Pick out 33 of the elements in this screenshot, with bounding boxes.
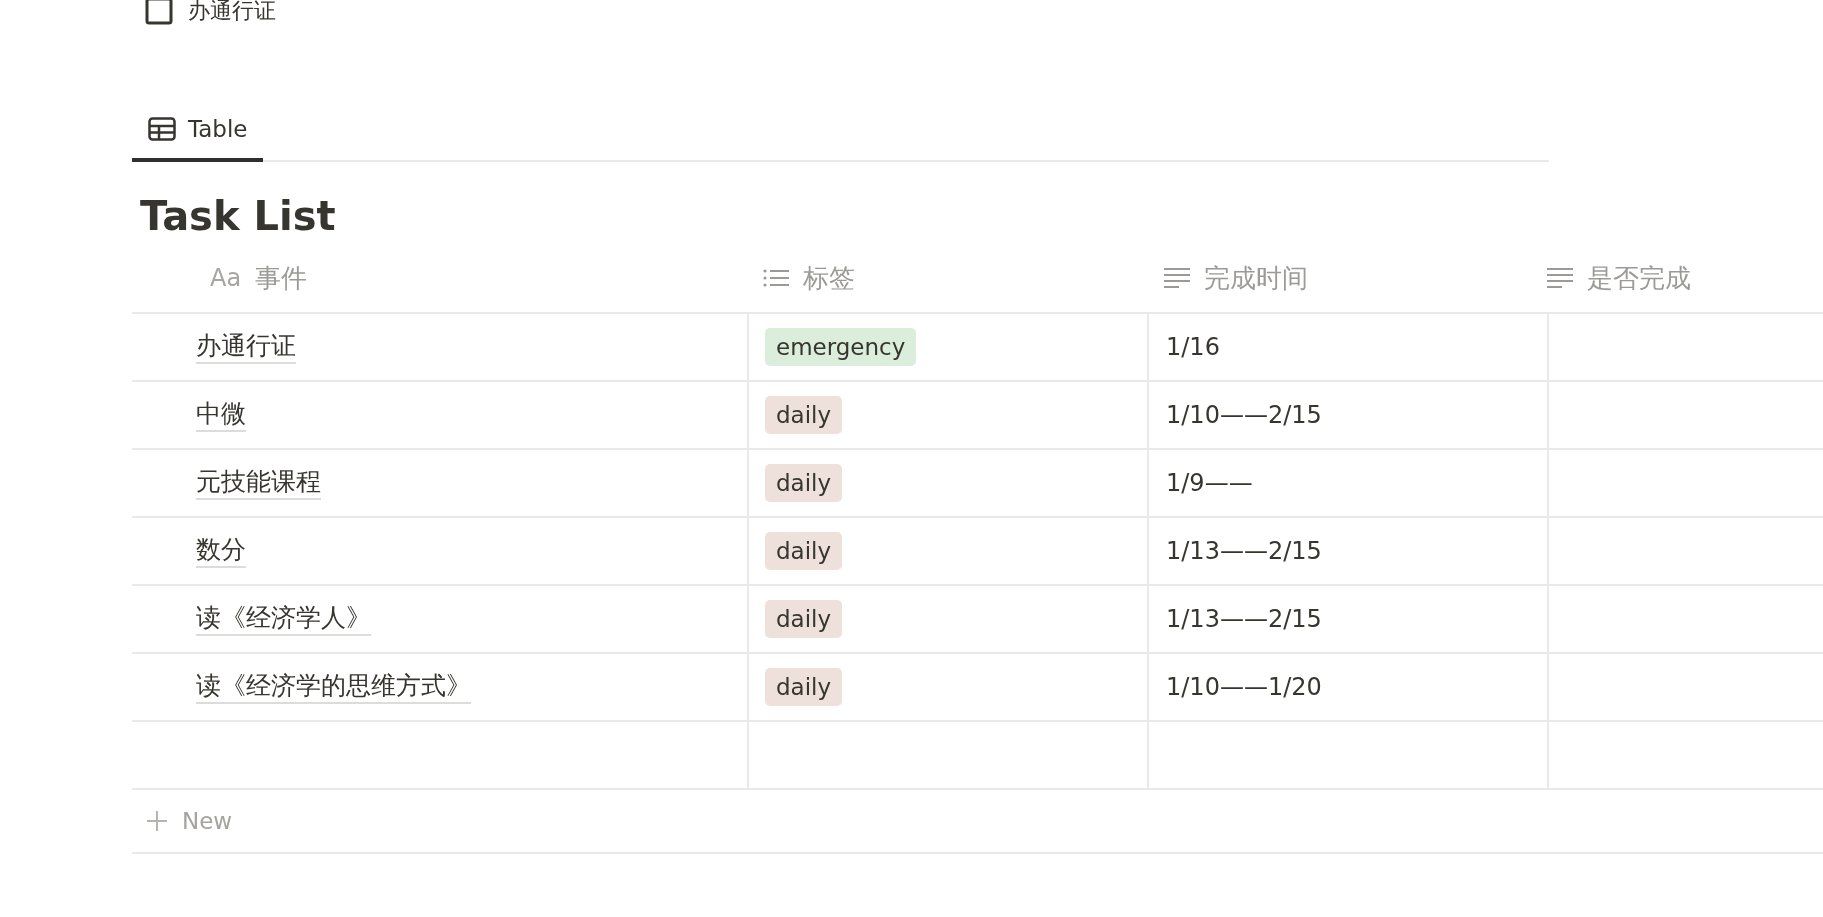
column-label: 完成时间 [1204,261,1308,295]
plus-icon [146,810,168,832]
event-title[interactable]: 读《经济学人》 [196,601,371,637]
list-icon [763,268,789,288]
page-link-title: 办通行证 [188,0,276,25]
tag-chip: daily [765,464,843,502]
text-lines-icon [1164,267,1190,289]
event-title[interactable]: 读《经济学的思维方式》 [196,669,471,705]
event-title[interactable]: 办通行证 [196,329,296,365]
tag-chip: daily [765,668,843,706]
view-tab[interactable]: Table [132,101,264,162]
text-lines-icon [1547,267,1573,289]
table-title: Task List [140,192,336,241]
date-text: 1/13——2/15 [1166,605,1322,633]
date-text: 1/9—— [1166,469,1253,497]
event-title[interactable]: 数分 [196,533,246,569]
tag-chip: daily [765,532,843,570]
column-label: 是否完成 [1587,261,1691,295]
date-text: 1/10——2/15 [1166,401,1322,429]
column-label: 事件 [255,261,308,295]
date-text: 1/16 [1166,333,1220,361]
column-label: 标签 [803,261,855,295]
table-icon [148,117,176,141]
tag-chip: emergency [765,328,917,366]
event-title[interactable]: 元技能课程 [196,465,321,501]
date-text: 1/10——1/20 [1166,673,1322,701]
page-link[interactable]: 办通行证 [144,0,276,26]
page-icon [144,0,174,26]
event-title[interactable]: 中微 [196,397,246,433]
title-property-icon: Aa [210,264,242,292]
date-text: 1/13——2/15 [1166,537,1322,565]
tag-chip: daily [765,396,843,434]
tag-chip: daily [765,600,843,638]
